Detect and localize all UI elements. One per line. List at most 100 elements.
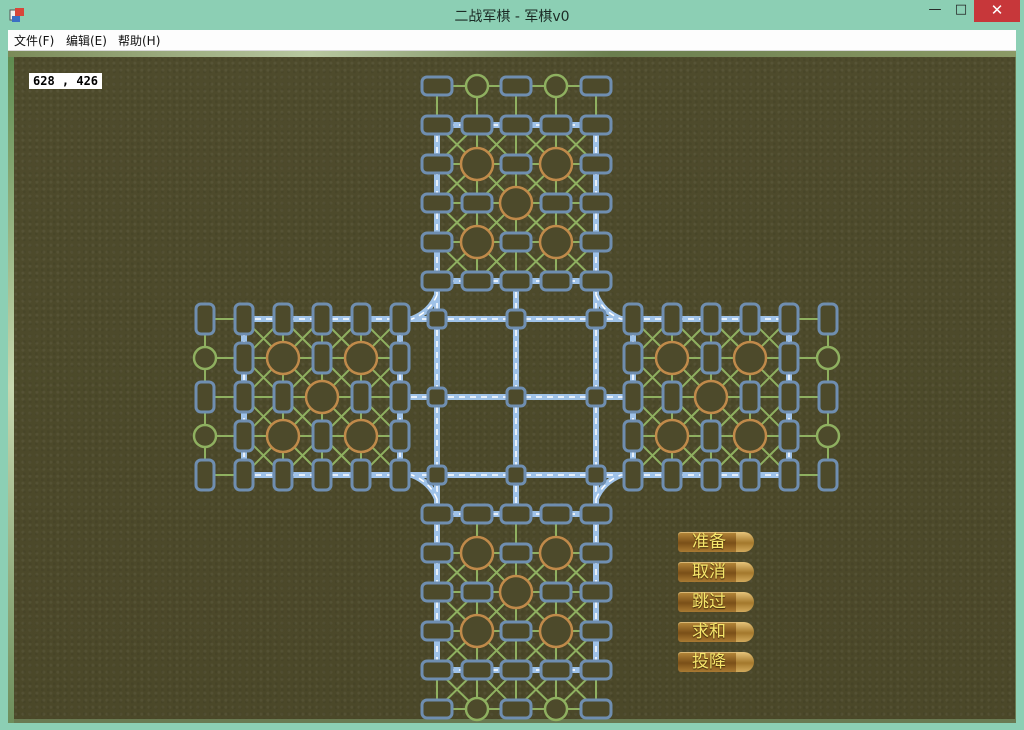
post-cell [350, 380, 372, 414]
post-cell [700, 341, 722, 375]
post-cell [579, 542, 613, 564]
skip-button[interactable]: 跳过 [678, 590, 756, 614]
camp-cell [693, 379, 729, 415]
post-cell [539, 581, 573, 603]
junction-cell [426, 386, 448, 408]
post-cell [311, 302, 333, 336]
post-cell [700, 419, 722, 453]
post-cell [579, 75, 613, 97]
post-cell [460, 503, 494, 525]
camp-cell [538, 613, 574, 649]
post-cell [539, 114, 573, 136]
post-cell [420, 542, 454, 564]
game-board[interactable] [0, 0, 1024, 730]
camp-cell [538, 146, 574, 182]
cursor-coordinates: 628 , 426 [29, 73, 102, 89]
post-cell [499, 114, 533, 136]
post-cell [499, 620, 533, 642]
offer-draw-button-label: 求和 [692, 622, 726, 642]
junction-cell [505, 464, 527, 486]
post-cell [420, 270, 454, 292]
post-cell [499, 153, 533, 175]
headquarters-cell [543, 73, 569, 99]
post-cell [579, 114, 613, 136]
surrender-button[interactable]: 投降 [678, 650, 756, 674]
post-cell [539, 503, 573, 525]
post-cell [499, 698, 533, 720]
post-cell [499, 75, 533, 97]
skip-button-label: 跳过 [692, 592, 726, 612]
post-cell [460, 114, 494, 136]
post-cell [700, 302, 722, 336]
post-cell [420, 192, 454, 214]
camp-cell [732, 340, 768, 376]
ready-button[interactable]: 准备 [678, 530, 756, 554]
camp-cell [304, 379, 340, 415]
post-cell [233, 458, 255, 492]
post-cell [579, 659, 613, 681]
post-cell [420, 659, 454, 681]
post-cell [389, 302, 411, 336]
post-cell [579, 192, 613, 214]
post-cell [499, 659, 533, 681]
post-cell [389, 419, 411, 453]
post-cell [460, 581, 494, 603]
post-cell [233, 419, 255, 453]
ready-button-label: 准备 [692, 532, 726, 552]
post-cell [700, 458, 722, 492]
camp-cell [654, 418, 690, 454]
post-cell [460, 270, 494, 292]
cancel-button-label: 取消 [692, 562, 726, 582]
post-cell [622, 419, 644, 453]
post-cell [499, 231, 533, 253]
cancel-button[interactable]: 取消 [678, 560, 756, 584]
post-cell [739, 458, 761, 492]
post-cell [233, 380, 255, 414]
app-window: 二战军棋 - 军棋v0 — □ ✕ 文件(F) 编辑(E) 帮助(H) 628 … [0, 0, 1024, 730]
post-cell [420, 153, 454, 175]
post-cell [579, 581, 613, 603]
post-cell [420, 114, 454, 136]
post-cell [389, 341, 411, 375]
headquarters-cell [543, 696, 569, 722]
post-cell [389, 458, 411, 492]
headquarters-cell [815, 345, 841, 371]
post-cell [579, 153, 613, 175]
post-cell [622, 458, 644, 492]
camp-cell [498, 185, 534, 221]
camp-cell [343, 340, 379, 376]
junction-cell [505, 386, 527, 408]
post-cell [739, 302, 761, 336]
post-cell [350, 302, 372, 336]
junction-cell [426, 464, 448, 486]
post-cell [661, 302, 683, 336]
offer-draw-button[interactable]: 求和 [678, 620, 756, 644]
camp-cell [459, 535, 495, 571]
headquarters-cell [464, 696, 490, 722]
post-cell [311, 341, 333, 375]
camp-cell [459, 146, 495, 182]
post-cell [499, 270, 533, 292]
post-cell [579, 698, 613, 720]
post-cell [622, 380, 644, 414]
surrender-button-label: 投降 [692, 652, 726, 672]
junction-cell [585, 464, 607, 486]
junction-cell [585, 386, 607, 408]
post-cell [460, 192, 494, 214]
post-cell [499, 542, 533, 564]
post-cell [579, 231, 613, 253]
post-cell [778, 419, 800, 453]
post-cell [817, 458, 839, 492]
camp-cell [265, 340, 301, 376]
camp-cell [498, 574, 534, 610]
headquarters-cell [192, 423, 218, 449]
headquarters-cell [815, 423, 841, 449]
headquarters-cell [192, 345, 218, 371]
post-cell [622, 302, 644, 336]
post-cell [194, 380, 216, 414]
junction-cell [505, 308, 527, 330]
post-cell [579, 270, 613, 292]
post-cell [778, 341, 800, 375]
headquarters-cell [464, 73, 490, 99]
post-cell [233, 341, 255, 375]
